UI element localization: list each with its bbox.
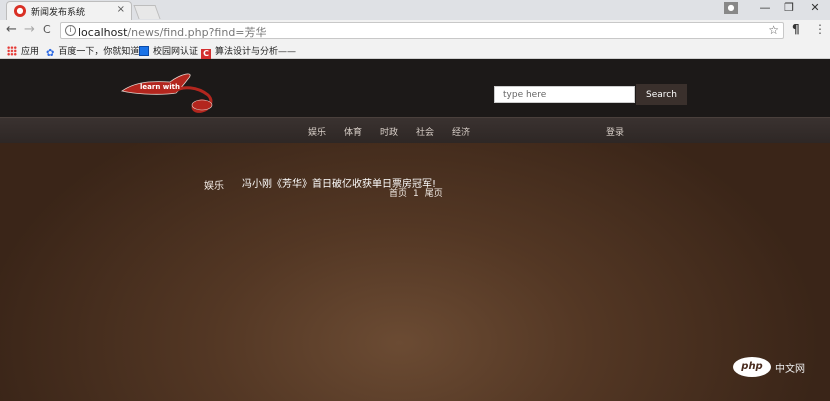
browser-toolbar: ← → C i localhost/news/find.php?find=芳华 … (0, 20, 830, 42)
bookmarks-bar: 应用 ✿ 百度一下，你就知道 校园网认证 C 算法设计与分析—— (0, 42, 830, 59)
site-logo[interactable]: learn with (118, 71, 218, 113)
bookmark-label: 算法设计与分析—— (215, 47, 297, 57)
url-path: /news/find.php?find=芳华 (127, 26, 267, 39)
nav-item-economy[interactable]: 经济 (452, 125, 470, 138)
nav-item-entertainment[interactable]: 娱乐 (308, 125, 326, 138)
reload-icon[interactable]: C (43, 23, 51, 37)
apps-grid-icon (7, 46, 17, 56)
logo-text: learn with (140, 83, 180, 91)
result-category: 娱乐 (204, 181, 224, 192)
info-icon[interactable]: i (65, 25, 76, 36)
bookmark-label: 校园网认证 (153, 47, 199, 57)
new-tab-button[interactable] (133, 5, 161, 19)
nav-item-sports[interactable]: 体育 (344, 125, 362, 138)
bookmark-apps[interactable]: 应用 (7, 44, 39, 57)
bookmark-star-icon[interactable]: ☆ (768, 23, 779, 37)
php-logo: php (733, 357, 771, 377)
bookmark-campus[interactable]: 校园网认证 (139, 44, 198, 57)
campus-net-icon (139, 46, 149, 56)
tab-close-icon[interactable]: × (117, 4, 125, 15)
url-text: localhost/news/find.php?find=芳华 (78, 24, 267, 40)
url-host: localhost (78, 26, 128, 39)
logo-swoosh-icon: learn with (121, 73, 213, 113)
nav-item-politics[interactable]: 时政 (380, 125, 398, 138)
bookmark-label: 应用 (21, 47, 40, 57)
watermark-text: 中文网 (775, 364, 805, 375)
browser-tab[interactable]: ● 新闻发布系统 × (6, 1, 132, 20)
pager-first[interactable]: 首页 (389, 189, 407, 199)
main-nav: 娱乐 体育 时政 社会 经济 登录 (0, 117, 830, 144)
bookmark-algorithm[interactable]: C 算法设计与分析—— (201, 44, 296, 59)
minimize-button[interactable]: — (752, 1, 778, 14)
site-header: learn with Search (0, 59, 830, 117)
search-results: 娱乐 冯小刚《芳华》首日破亿收获单日票房冠军! 首页 1 尾页 (0, 143, 830, 401)
pager-current[interactable]: 1 (413, 189, 419, 199)
site-favicon-icon: ● (14, 5, 26, 17)
php-watermark: php 中文网 (733, 357, 823, 379)
bookmark-baidu[interactable]: ✿ 百度一下，你就知道 (46, 44, 139, 59)
pager-last[interactable]: 尾页 (425, 189, 443, 199)
maximize-button[interactable]: ❐ (776, 1, 802, 14)
search-button[interactable]: Search (636, 84, 687, 105)
nav-item-society[interactable]: 社会 (416, 125, 434, 138)
browser-menu-icon[interactable]: ⋮ (814, 22, 826, 36)
login-link[interactable]: 登录 (606, 125, 624, 138)
extension-icon[interactable]: ¶ (792, 22, 800, 36)
web-page: learn with Search 娱乐 体育 时政 社会 经济 登录 娱乐 冯… (0, 59, 830, 401)
browser-tab-strip: ● 新闻发布系统 × ● — ❐ ✕ (0, 0, 830, 20)
csdn-c-icon: C (201, 49, 211, 59)
tab-title: 新闻发布系统 (31, 8, 86, 18)
back-arrow-icon[interactable]: ← (6, 23, 17, 37)
close-window-button[interactable]: ✕ (802, 1, 828, 14)
profile-icon[interactable]: ● (724, 2, 738, 14)
forward-arrow-icon[interactable]: → (24, 23, 35, 37)
bookmark-label: 百度一下，你就知道 (58, 47, 140, 57)
search-input[interactable] (494, 86, 635, 103)
baidu-paw-icon: ✿ (46, 48, 55, 59)
address-bar[interactable]: i localhost/news/find.php?find=芳华 ☆ (60, 22, 784, 39)
pagination: 首页 1 尾页 (389, 186, 449, 199)
